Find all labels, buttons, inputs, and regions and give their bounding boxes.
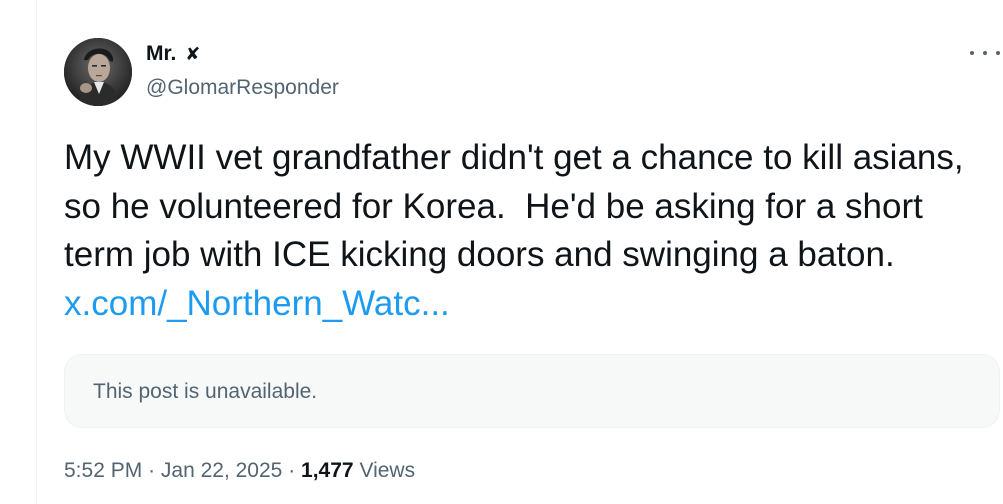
views-label: Views xyxy=(359,459,416,482)
tweet-link[interactable]: x.com/_Northern_Watc... xyxy=(64,284,450,323)
timeline-border xyxy=(36,0,37,504)
tweet-body-text: My WWII vet grandfather didn't get a cha… xyxy=(64,138,974,274)
more-options-button[interactable] xyxy=(970,44,1000,62)
meta-separator: · xyxy=(288,459,296,482)
display-name-text: Mr. xyxy=(146,42,177,65)
more-horizontal-icon-dot xyxy=(996,51,1000,55)
author-display-name[interactable]: Mr. ✘ xyxy=(146,42,200,66)
unavailable-message: This post is unavailable. xyxy=(93,380,318,403)
views-count: 1,477 xyxy=(301,459,354,482)
tweet-card: Mr. ✘ @GlomarResponder My WWII vet grand… xyxy=(0,0,1003,504)
tweet-time[interactable]: 5:52 PM xyxy=(64,459,142,482)
avatar[interactable] xyxy=(64,38,132,106)
more-horizontal-icon-dot xyxy=(983,51,987,55)
tweet-text: My WWII vet grandfather didn't get a cha… xyxy=(64,134,989,328)
meta-separator: · xyxy=(148,459,156,482)
author-handle[interactable]: @GlomarResponder xyxy=(146,75,339,101)
profile-photo-icon xyxy=(64,38,132,106)
tweet-date[interactable]: Jan 22, 2025 xyxy=(161,459,282,482)
tweet-meta: 5:52 PM · Jan 22, 2025 · 1,477 Views xyxy=(64,458,415,484)
quoted-post-unavailable: This post is unavailable. xyxy=(64,354,1000,428)
badge-x-icon: ✘ xyxy=(185,44,201,64)
more-horizontal-icon xyxy=(970,51,974,55)
